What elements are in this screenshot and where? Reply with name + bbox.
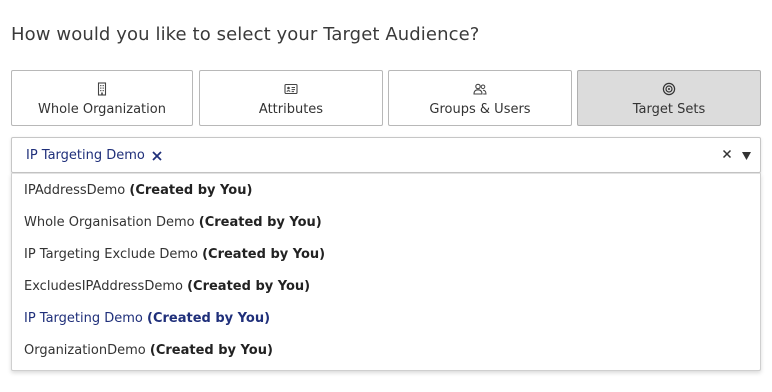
item-name: IPAddressDemo bbox=[24, 183, 126, 198]
item-name: ExcludesIPAddressDemo bbox=[24, 279, 183, 294]
option-label: Whole Organization bbox=[38, 102, 166, 117]
chip-label: IP Targeting Demo bbox=[26, 148, 145, 163]
item-owner: (Created by You) bbox=[202, 247, 326, 262]
item-name: OrganizationDemo bbox=[24, 343, 146, 358]
selected-chip: IP Targeting Demo bbox=[26, 148, 162, 163]
item-name: IP Targeting Exclude Demo bbox=[24, 247, 198, 262]
target-icon bbox=[662, 82, 676, 96]
option-label: Target Sets bbox=[632, 102, 706, 117]
item-owner: (Created by You) bbox=[198, 215, 322, 230]
list-item[interactable]: ExcludesIPAddressDemo (Created by You) bbox=[12, 271, 760, 303]
option-label: Groups & Users bbox=[429, 102, 531, 117]
target-set-dropdown-menu: IPAddressDemo (Created by You) Whole Org… bbox=[11, 173, 761, 371]
item-owner: (Created by You) bbox=[147, 311, 271, 326]
page-title: How would you like to select your Target… bbox=[11, 24, 480, 45]
list-item-active[interactable]: IP Targeting Demo (Created by You) bbox=[12, 303, 760, 335]
audience-options: Whole Organization Attributes Groups & U… bbox=[11, 70, 761, 128]
item-name: IP Targeting Demo bbox=[24, 311, 143, 326]
option-label: Attributes bbox=[258, 102, 324, 117]
close-icon[interactable] bbox=[152, 150, 162, 161]
list-item[interactable]: IP Targeting Exclude Demo (Created by Yo… bbox=[12, 239, 760, 271]
list-item[interactable]: Whole Organisation Demo (Created by You) bbox=[12, 207, 760, 239]
option-attributes[interactable]: Attributes bbox=[199, 70, 383, 126]
option-whole-organization[interactable]: Whole Organization bbox=[11, 70, 193, 126]
caret-down-icon[interactable] bbox=[742, 152, 751, 160]
option-groups-users[interactable]: Groups & Users bbox=[388, 70, 572, 126]
building-icon bbox=[97, 82, 107, 96]
target-set-select[interactable]: IP Targeting Demo bbox=[11, 137, 761, 173]
item-owner: (Created by You) bbox=[187, 279, 311, 294]
clear-selection-icon[interactable] bbox=[722, 149, 732, 159]
users-icon bbox=[473, 83, 487, 95]
list-item[interactable]: OrganizationDemo (Created by You) bbox=[12, 335, 760, 367]
id-card-icon bbox=[284, 83, 298, 95]
item-owner: (Created by You) bbox=[129, 183, 253, 198]
item-owner: (Created by You) bbox=[149, 343, 273, 358]
list-item[interactable]: IPAddressDemo (Created by You) bbox=[12, 175, 760, 207]
item-name: Whole Organisation Demo bbox=[24, 215, 195, 230]
option-target-sets[interactable]: Target Sets bbox=[577, 70, 761, 126]
